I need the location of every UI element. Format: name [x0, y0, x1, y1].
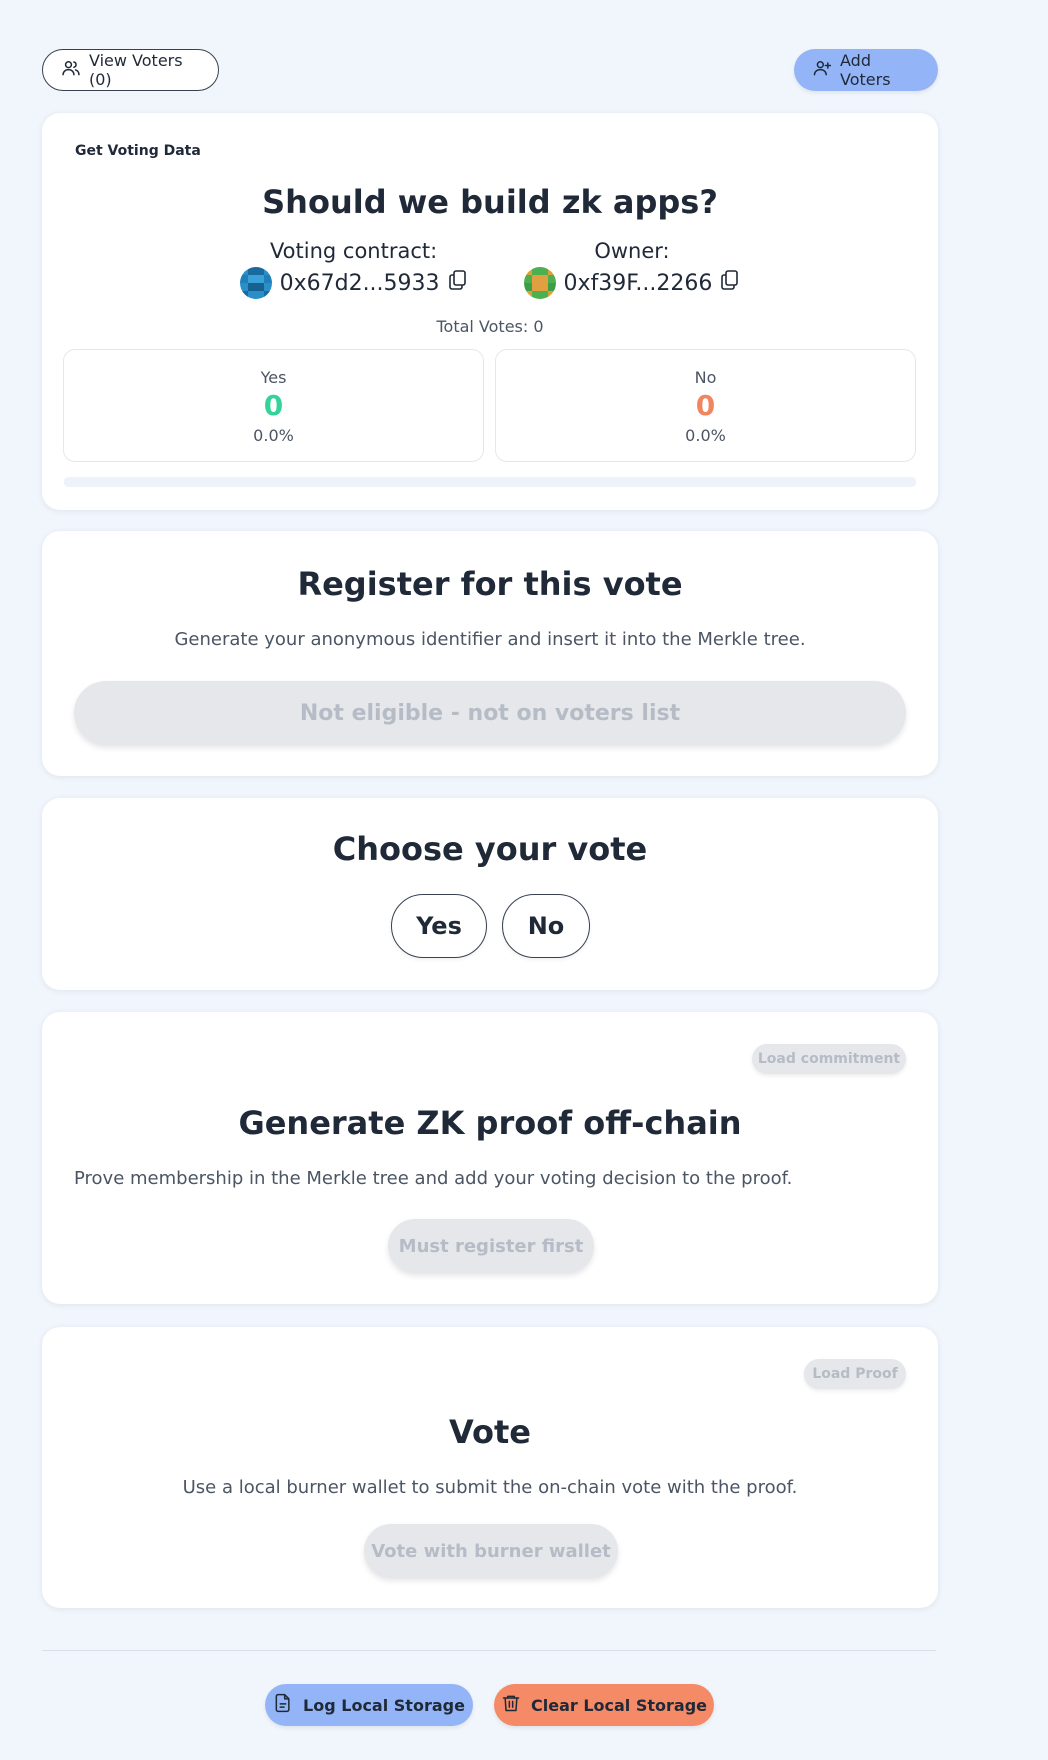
page: View Voters (0) Add Voters Get Voting Da…: [0, 0, 1048, 1760]
vote-description: Use a local burner wallet to submit the …: [182, 1477, 798, 1498]
proof-description: Prove membership in the Merkle tree and …: [74, 1168, 793, 1189]
contract-address-line: 0x67d2...5933: [239, 267, 468, 299]
register-button[interactable]: Not eligible - not on voters list: [74, 681, 906, 745]
choose-vote-card: Choose your vote Yes No: [42, 798, 938, 990]
no-stat: No 0 0.0%: [495, 349, 916, 462]
yes-percent: 0.0%: [253, 426, 294, 445]
vote-yes-button[interactable]: Yes: [391, 894, 487, 958]
total-votes: Total Votes: 0: [436, 317, 544, 336]
owner-address-block: Owner: 0xf39F...2266: [523, 239, 741, 299]
poll-card: Get Voting Data Should we build zk apps?…: [42, 113, 938, 510]
add-voters-button[interactable]: Add Voters: [794, 49, 938, 91]
contract-address: 0x67d2...5933: [279, 270, 440, 296]
document-icon: [273, 1693, 293, 1717]
contract-address-block: Voting contract: 0x67d2...5933: [239, 239, 468, 299]
choose-vote-title: Choose your vote: [332, 830, 648, 868]
load-proof-button[interactable]: Load Proof: [804, 1359, 906, 1389]
log-local-storage-label: Log Local Storage: [303, 1695, 465, 1715]
proof-title: Generate ZK proof off-chain: [238, 1104, 742, 1142]
vote-title: Vote: [449, 1413, 531, 1451]
owner-address: 0xf39F...2266: [563, 270, 713, 296]
register-card: Register for this vote Generate your ano…: [42, 531, 938, 776]
yes-stat-label: Yes: [260, 368, 287, 387]
get-voting-data-button[interactable]: Get Voting Data: [75, 143, 201, 159]
contract-avatar: [239, 267, 272, 299]
add-voters-label: Add Voters: [840, 51, 891, 89]
register-title: Register for this vote: [297, 565, 683, 603]
load-commitment-button[interactable]: Load commitment: [752, 1044, 906, 1074]
copy-icon[interactable]: [448, 269, 468, 297]
no-count: 0: [695, 389, 716, 422]
vote-progress-bar: [64, 477, 916, 487]
generate-proof-card: Load commitment Generate ZK proof off-ch…: [42, 1012, 938, 1304]
yes-stat: Yes 0 0.0%: [63, 349, 484, 462]
users-icon: [61, 58, 81, 82]
no-percent: 0.0%: [685, 426, 726, 445]
contract-label: Voting contract:: [269, 239, 438, 263]
owner-address-line: 0xf39F...2266: [523, 267, 741, 299]
footer-divider: [42, 1650, 936, 1651]
view-voters-label: View Voters (0): [89, 51, 183, 89]
log-local-storage-button[interactable]: Log Local Storage: [265, 1684, 473, 1726]
clear-local-storage-button[interactable]: Clear Local Storage: [494, 1684, 714, 1726]
yes-count: 0: [263, 389, 284, 422]
trash-icon: [501, 1693, 521, 1717]
copy-icon[interactable]: [720, 269, 740, 297]
vote-no-button[interactable]: No: [502, 894, 590, 958]
owner-avatar: [523, 267, 556, 299]
owner-label: Owner:: [594, 239, 670, 263]
poll-question: Should we build zk apps?: [262, 183, 718, 221]
clear-local-storage-label: Clear Local Storage: [530, 1695, 707, 1715]
vote-card: Load Proof Vote Use a local burner walle…: [42, 1327, 938, 1608]
addresses-row: Voting contract: 0x67d2...5933 Owner: 0x…: [42, 239, 938, 299]
user-plus-icon: [812, 58, 832, 82]
register-description: Generate your anonymous identifier and i…: [174, 629, 806, 650]
view-voters-button[interactable]: View Voters (0): [42, 49, 219, 91]
vote-burner-button[interactable]: Vote with burner wallet: [364, 1524, 618, 1578]
generate-proof-button[interactable]: Must register first: [388, 1219, 594, 1273]
no-stat-label: No: [694, 368, 717, 387]
